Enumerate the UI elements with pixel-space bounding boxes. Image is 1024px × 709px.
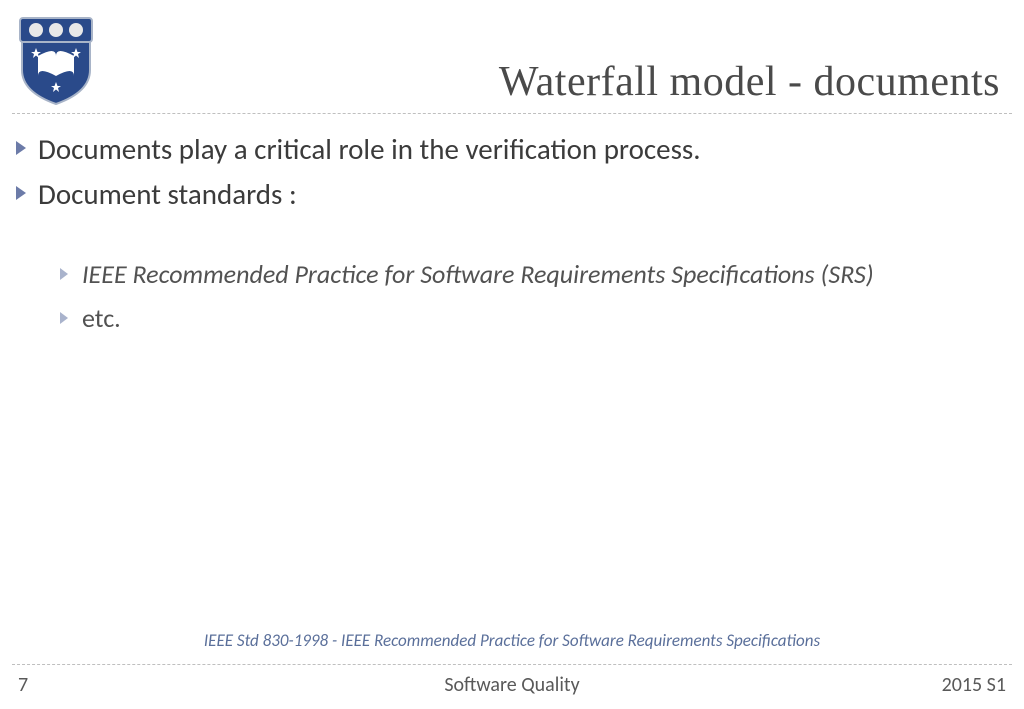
sub-bullet-item: etc. — [58, 302, 1004, 336]
footer: 7 Software Quality 2015 S1 — [0, 669, 1024, 699]
bullet-arrow-icon — [58, 311, 70, 325]
divider-bottom — [12, 664, 1012, 665]
header: Waterfall model - documents — [0, 0, 1024, 112]
sub-bullet-group: IEEE Recommended Practice for Software R… — [58, 258, 1004, 336]
bullet-text: Documents play a critical role in the ve… — [38, 130, 701, 169]
divider-top — [12, 113, 1012, 114]
sub-bullet-text: etc. — [82, 302, 121, 336]
sub-bullet-item: IEEE Recommended Practice for Software R… — [58, 258, 1004, 292]
bullet-arrow-icon — [14, 140, 28, 156]
bullet-text: Document standards : — [38, 175, 297, 214]
bullet-arrow-icon — [14, 185, 28, 201]
bullet-arrow-icon — [58, 267, 70, 281]
reference-citation: IEEE Std 830-1998 - IEEE Recommended Pra… — [0, 630, 1024, 651]
slide: Waterfall model - documents Documents pl… — [0, 0, 1024, 709]
footer-term: 2015 S1 — [942, 673, 1006, 697]
slide-title: Waterfall model - documents — [499, 58, 1000, 106]
university-logo — [16, 16, 96, 108]
bullet-item: Document standards : — [14, 175, 1004, 214]
slide-body: Documents play a critical role in the ve… — [14, 130, 1004, 346]
footer-title: Software Quality — [0, 673, 1024, 697]
bullet-item: Documents play a critical role in the ve… — [14, 130, 1004, 169]
sub-bullet-text: IEEE Recommended Practice for Software R… — [82, 258, 874, 292]
